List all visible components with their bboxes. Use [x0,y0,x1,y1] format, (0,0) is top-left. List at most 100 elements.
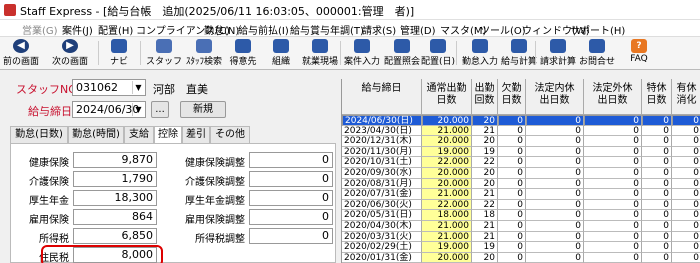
chevron-down-icon[interactable]: ▼ [132,103,144,116]
toolbar-button-8[interactable]: 案件入力 [343,38,381,69]
grid-cell[interactable]: 0 [526,146,584,158]
toolbar-button-9[interactable]: 配置照会 [383,38,421,69]
grid-cell[interactable]: 20.000 [422,252,472,263]
grid-date-cell[interactable]: 2020/01/31(金) [342,252,422,263]
menu-item[interactable]: 勤怠(N) [204,22,239,37]
grid-cell[interactable]: 0 [672,147,700,158]
grid-date-cell[interactable]: 2024/06/30(日) [342,115,422,126]
grid-cell[interactable]: 0 [672,242,700,253]
menu-item[interactable]: サポート(H) [570,22,625,37]
grid-cell[interactable]: 0 [642,231,672,243]
grid-cell[interactable]: 0 [526,252,584,263]
toolbar-button-5[interactable]: 得意先 [225,38,261,69]
toolbar-button-13[interactable]: 請求計算 [539,38,577,69]
adjustment-value[interactable]: 0 [249,190,333,206]
grid-cell[interactable]: 21.000 [422,189,472,200]
grid-cell[interactable]: 0 [642,125,672,137]
grid-cell[interactable]: 0 [584,252,642,263]
grid-cell[interactable]: 0 [498,136,526,147]
deduction-value[interactable]: 1,790 [73,171,157,187]
grid-cell[interactable]: 0 [498,157,526,168]
grid-cell[interactable]: 0 [584,125,642,137]
grid-cell[interactable]: 21.000 [422,231,472,243]
grid-cell[interactable]: 0 [672,232,700,243]
toolbar-button-14[interactable]: お問合せ [578,38,616,69]
grid-cell[interactable]: 0 [526,242,584,253]
grid-date-cell[interactable]: 2020/04/30(木) [342,221,422,232]
grid-cell[interactable]: 0 [672,179,700,190]
grid-cell[interactable]: 20.000 [422,136,472,147]
tab-5[interactable]: その他 [210,126,250,144]
grid-cell[interactable]: 0 [498,252,526,263]
deduction-value[interactable]: 864 [73,209,157,225]
grid-header[interactable]: 法定内休 出日数 [526,79,584,115]
tab-1[interactable]: 勤怠(時間) [68,126,124,144]
menu-item[interactable]: ツール(O) [480,22,526,37]
grid-cell[interactable]: 21 [472,231,498,243]
grid-cell[interactable]: 0 [498,242,526,253]
grid-cell[interactable]: 0 [584,115,642,126]
grid-header[interactable]: 給与締日 [342,79,422,115]
grid-cell[interactable]: 0 [526,115,584,126]
grid-cell[interactable]: 0 [584,189,642,200]
menu-item[interactable]: 給与前払(I) [238,22,289,37]
toolbar-button-15[interactable]: ? FAQ [621,38,657,69]
grid-cell[interactable]: 0 [672,157,700,168]
toolbar-button-10[interactable]: 配置(日) [420,38,456,69]
adjustment-value[interactable]: 0 [249,171,333,187]
grid-cell[interactable]: 0 [584,231,642,243]
grid-cell[interactable]: 0 [672,126,700,137]
grid-cell[interactable]: 19 [472,242,498,253]
grid-cell[interactable]: 20.000 [422,168,472,179]
grid-cell[interactable]: 0 [584,146,642,158]
grid-cell[interactable]: 0 [584,157,642,168]
toolbar-button-11[interactable]: 勤怠入力 [461,38,499,69]
grid-cell[interactable]: 0 [584,210,642,221]
grid-cell[interactable]: 0 [672,200,700,211]
tab-0[interactable]: 勤怠(日数) [10,126,68,144]
toolbar-button-12[interactable]: 給与計算 [500,38,538,69]
grid-date-cell[interactable]: 2020/05/31(日) [342,210,422,221]
toolbar-button-0[interactable]: ◀ 前の画面 [2,38,40,69]
grid-cell[interactable]: 0 [642,221,672,232]
menu-item[interactable]: 案件(J) [62,22,93,37]
grid-date-cell[interactable]: 2020/08/31(月) [342,178,422,190]
grid-cell[interactable]: 0 [642,146,672,158]
grid-cell[interactable]: 0 [672,168,700,179]
grid-cell[interactable]: 0 [672,210,700,221]
grid-cell[interactable]: 0 [526,231,584,243]
grid-cell[interactable]: 0 [672,253,700,263]
adjustment-value[interactable]: 0 [249,228,333,244]
grid-cell[interactable]: 20 [472,178,498,190]
grid-cell[interactable]: 0 [672,189,700,200]
grid-cell[interactable]: 0 [584,136,642,147]
grid-header[interactable]: 欠勤 日数 [498,79,526,115]
grid-cell[interactable]: 0 [526,199,584,211]
grid-header[interactable]: 特休 日数 [642,79,672,115]
grid-cell[interactable]: 0 [672,136,700,147]
toolbar-button-1[interactable]: ▶ 次の画面 [50,38,90,69]
grid-cell[interactable]: 19 [472,146,498,158]
grid-cell[interactable]: 0 [584,242,642,253]
grid-date-cell[interactable]: 2020/07/31(金) [342,189,422,200]
grid-cell[interactable]: 0 [526,221,584,232]
grid-date-cell[interactable]: 2020/11/30(月) [342,146,422,158]
grid-header[interactable]: 有休 消化 [672,79,700,115]
grid-cell[interactable]: 0 [642,157,672,168]
grid-cell[interactable]: 0 [584,178,642,190]
menu-item[interactable]: 営業(G) [22,22,58,37]
grid-cell[interactable]: 21 [472,125,498,137]
grid-cell[interactable]: 22.000 [422,157,472,168]
grid-cell[interactable]: 0 [642,136,672,147]
grid-date-cell[interactable]: 2020/03/31(火) [342,231,422,243]
grid-cell[interactable]: 22 [472,157,498,168]
deduction-value[interactable]: 9,870 [73,152,157,168]
grid-cell[interactable]: 0 [642,115,672,126]
new-button[interactable]: 新規 [180,101,226,118]
grid-cell[interactable]: 22 [472,199,498,211]
grid-cell[interactable]: 21 [472,221,498,232]
grid-cell[interactable]: 0 [584,221,642,232]
grid-cell[interactable]: 0 [498,168,526,179]
toolbar-button-2[interactable]: ナビ [104,38,134,69]
tab-2[interactable]: 支給 [124,126,154,144]
